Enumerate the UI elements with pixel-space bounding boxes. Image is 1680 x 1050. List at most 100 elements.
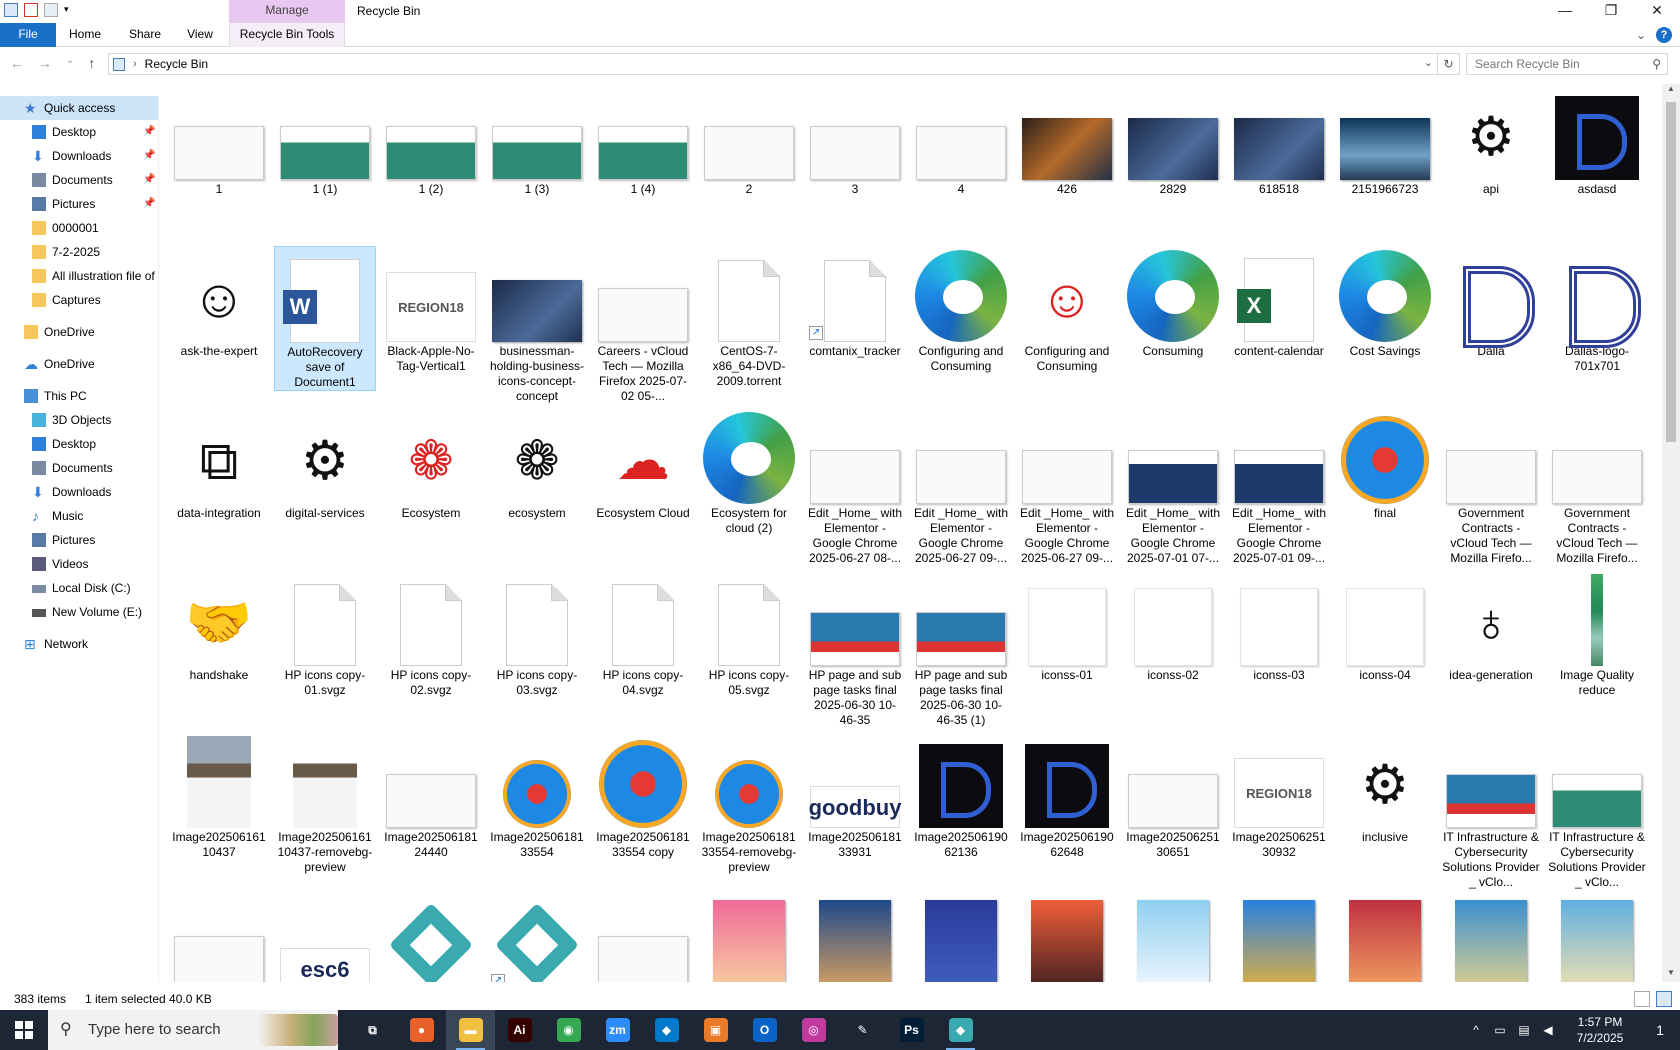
tab-manage[interactable]: Manage	[229, 0, 345, 23]
nav-item-captures[interactable]: Captures	[0, 288, 158, 312]
recent-locations-button[interactable]: ⌄	[66, 55, 74, 71]
tab-file[interactable]: File	[0, 23, 56, 47]
nav-item-onedrive[interactable]: OneDrive	[0, 320, 158, 344]
file-item[interactable]: MUharam 2025 ()-06	[1228, 894, 1330, 982]
file-item[interactable]: 🤝 handshake	[168, 570, 270, 683]
nav-item-7-2-2025[interactable]: 7-2-2025	[0, 240, 158, 264]
file-item[interactable]: Edit _Home_ with Elementor - Google Chro…	[1228, 408, 1330, 566]
file-item[interactable]: Dallas-logo-701x701	[1546, 246, 1648, 374]
customize-qat-icon[interactable]: ▾	[64, 3, 72, 17]
scroll-up-icon[interactable]: ▲	[1662, 84, 1680, 98]
taskbar-zoom[interactable]: zm	[593, 1010, 642, 1050]
file-item[interactable]: HP icons copy-01.svgz	[274, 570, 376, 698]
show-hidden-icons-icon[interactable]: ^	[1464, 1023, 1488, 1037]
file-item[interactable]: 2	[698, 84, 800, 197]
file-item[interactable]: ↗main - Shortcut (2)	[486, 894, 588, 982]
file-item[interactable]: 1 (3)	[486, 84, 588, 197]
file-item[interactable]: HP page and sub page tasks final 2025-06…	[804, 570, 906, 728]
file-item[interactable]: iconss-03	[1228, 570, 1330, 683]
file-item[interactable]: Edit _Home_ with Elementor - Google Chro…	[804, 408, 906, 566]
file-item[interactable]: 1	[168, 84, 270, 197]
taskbar-illustrator[interactable]: Ai	[495, 1010, 544, 1050]
file-item[interactable]: ☺ Configuring and Consuming	[1016, 246, 1118, 374]
file-item[interactable]: HP page and sub page tasks final 2025-06…	[910, 570, 1012, 728]
taskbar-outlook[interactable]: O	[740, 1010, 789, 1050]
file-item[interactable]: ⧉ data-integration	[168, 408, 270, 521]
nav-item-pictures[interactable]: Pictures 📌	[0, 192, 158, 216]
file-item[interactable]: CentOS-7-x86_64-DVD-2009.torrent	[698, 246, 800, 389]
file-item[interactable]: Edit _Home_ with Elementor - Google Chro…	[1016, 408, 1118, 566]
file-item[interactable]: MUharam 2025 ()-03	[910, 894, 1012, 982]
taskbar-search[interactable]: ⚲ Type here to search	[48, 1010, 338, 1050]
large-icons-view-icon[interactable]	[1656, 991, 1672, 1007]
file-item[interactable]: Image20250618124440	[380, 732, 482, 860]
file-item[interactable]: HP icons copy-04.svgz	[592, 570, 694, 698]
file-item[interactable]: Image20250616110437	[168, 732, 270, 860]
file-item[interactable]: IT Infrastructure & Cybersecurity Soluti…	[1546, 732, 1648, 890]
file-item[interactable]: MUharam 2025 ()-01	[698, 894, 800, 982]
up-button[interactable]: ↑	[88, 55, 95, 71]
file-item[interactable]: Image20250618133554 copy	[592, 732, 694, 860]
refresh-button[interactable]: ↻	[1438, 53, 1460, 75]
file-item[interactable]: Image20250619062648	[1016, 732, 1118, 860]
file-item[interactable]: ♁ idea-generation	[1440, 570, 1542, 683]
clock[interactable]: 1:57 PM 7/2/2025	[1560, 1014, 1640, 1046]
start-button[interactable]	[0, 1010, 48, 1050]
file-item[interactable]: 1 (4)	[592, 84, 694, 197]
file-item[interactable]: ☁ Ecosystem Cloud	[592, 408, 694, 521]
file-item[interactable]: MUharam 2025 ()-09	[1546, 894, 1648, 982]
file-item[interactable]: 4	[910, 84, 1012, 197]
file-item[interactable]: esc6logo-png	[274, 894, 376, 982]
tab-share[interactable]: Share	[124, 23, 166, 47]
file-item[interactable]: REGION18 Black-Apple-No-Tag-Vertical1	[380, 246, 482, 374]
taskbar-task-view[interactable]: ⧉	[348, 1010, 397, 1050]
file-item[interactable]: MUharam 2025 ()-08	[1440, 894, 1542, 982]
file-item[interactable]: ⚙ api	[1440, 84, 1542, 197]
file-item[interactable]: Careers - vCloud Tech — Mozilla Firefox …	[592, 246, 694, 404]
close-button[interactable]: ✕	[1634, 0, 1680, 23]
file-item[interactable]: 2151966723	[1334, 84, 1436, 197]
nav-item-music[interactable]: ♪ Music	[0, 504, 158, 528]
file-item[interactable]: iconss-01	[1016, 570, 1118, 683]
address-dropdown-icon[interactable]: ⌄	[1424, 56, 1433, 69]
properties-icon[interactable]	[24, 3, 38, 17]
taskbar-photoshop[interactable]: Ps	[887, 1010, 936, 1050]
file-item[interactable]: HP icons copy-02.svgz	[380, 570, 482, 698]
file-item[interactable]: MUharam 2025 ()-07	[1334, 894, 1436, 982]
file-item[interactable]: Image Quality reduce	[1546, 570, 1648, 698]
file-item[interactable]: content-calendar	[1228, 246, 1330, 359]
nav-item-quick-access[interactable]: ★ Quick access	[0, 96, 158, 120]
taskbar-chrome[interactable]: ◉	[544, 1010, 593, 1050]
scroll-down-icon[interactable]: ▼	[1662, 968, 1680, 982]
nav-item-onedrive[interactable]: ☁ OneDrive	[0, 352, 158, 376]
scrollbar-thumb[interactable]	[1666, 102, 1676, 442]
file-item[interactable]: 1 (1)	[274, 84, 376, 197]
file-item[interactable]: Consuming	[1122, 246, 1224, 359]
taskbar-app-orange[interactable]: ▣	[691, 1010, 740, 1050]
file-item[interactable]: main	[380, 894, 482, 982]
file-item[interactable]: Image20250619062136	[910, 732, 1012, 860]
nav-item-desktop[interactable]: Desktop 📌	[0, 120, 158, 144]
nav-item-videos[interactable]: Videos	[0, 552, 158, 576]
file-item[interactable]: IT Infrastructure & Cybersecurity Soluti…	[1440, 732, 1542, 890]
file-item[interactable]: MUharam 2025 ()-04	[1016, 894, 1118, 982]
file-item[interactable]: iconss-02	[1122, 570, 1224, 683]
taskbar-vscode[interactable]: ◆	[642, 1010, 691, 1050]
file-item[interactable]: businessman-holding-business-icons-conce…	[486, 246, 588, 404]
file-item[interactable]: Image20250616110437-removebg-preview	[274, 732, 376, 875]
file-item[interactable]: ⚙ digital-services	[274, 408, 376, 521]
taskbar-app-pink[interactable]: ◎	[789, 1010, 838, 1050]
breadcrumb-recycle-bin[interactable]: Recycle Bin	[145, 57, 208, 71]
minimize-button[interactable]: —	[1542, 0, 1588, 23]
file-item[interactable]: 426	[1016, 84, 1118, 197]
file-item[interactable]: ↗ comtanix_tracker	[804, 246, 906, 359]
file-item[interactable]: asdasd	[1546, 84, 1648, 197]
taskbar-firefox[interactable]: ●	[397, 1010, 446, 1050]
nav-item-desktop[interactable]: Desktop	[0, 432, 158, 456]
nav-item-local-disk-c[interactable]: Local Disk (C:)	[0, 576, 158, 600]
file-item[interactable]: final	[1334, 408, 1436, 521]
file-item[interactable]: HP icons copy-05.svgz	[698, 570, 800, 698]
file-item[interactable]: AutoRecovery save of Document1	[274, 246, 376, 391]
file-item[interactable]: Ecosystem for cloud (2)	[698, 408, 800, 536]
nav-item-0000001[interactable]: 0000001	[0, 216, 158, 240]
